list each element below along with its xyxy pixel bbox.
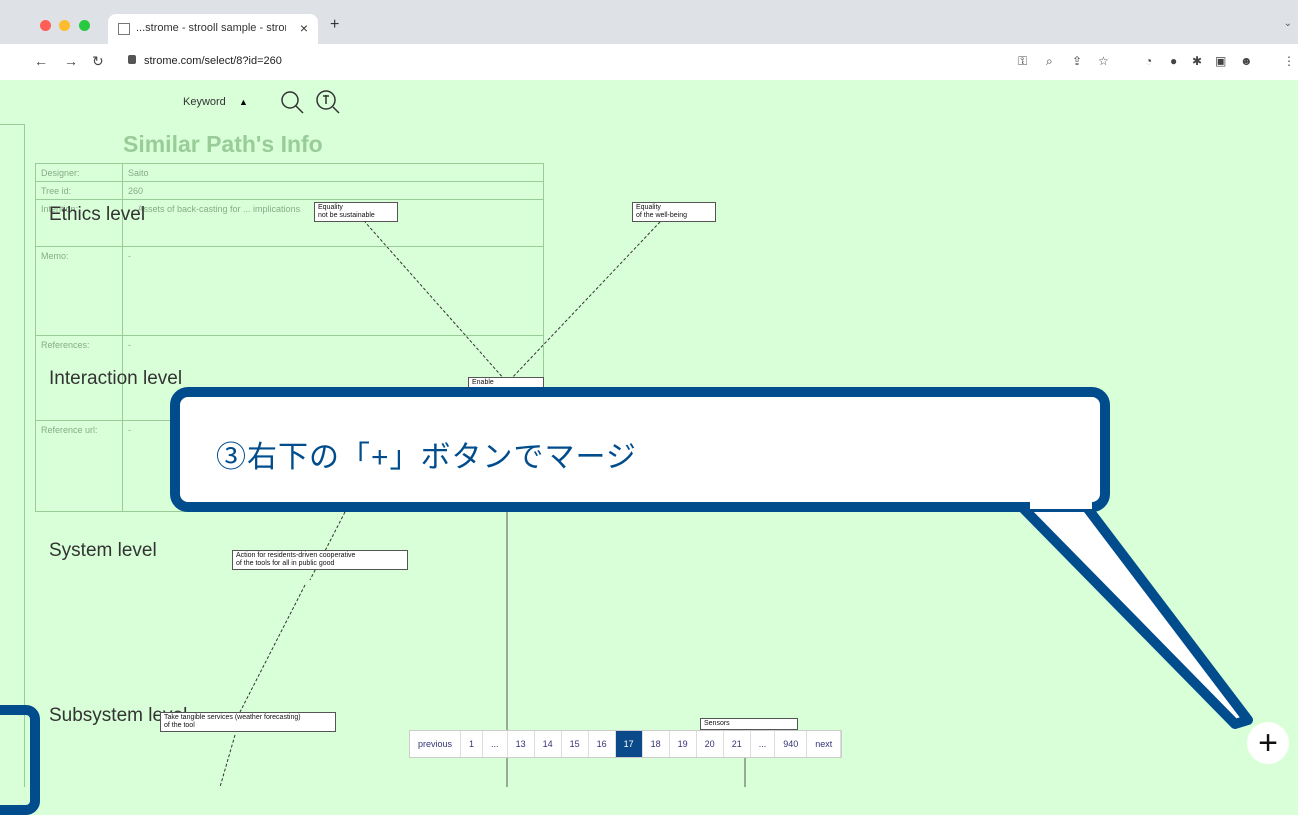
callout-text: ③右下の「+」ボタンでマージ: [216, 441, 637, 474]
callout-pointer-fill: [1030, 495, 1092, 509]
annotation-frame: [0, 705, 40, 815]
